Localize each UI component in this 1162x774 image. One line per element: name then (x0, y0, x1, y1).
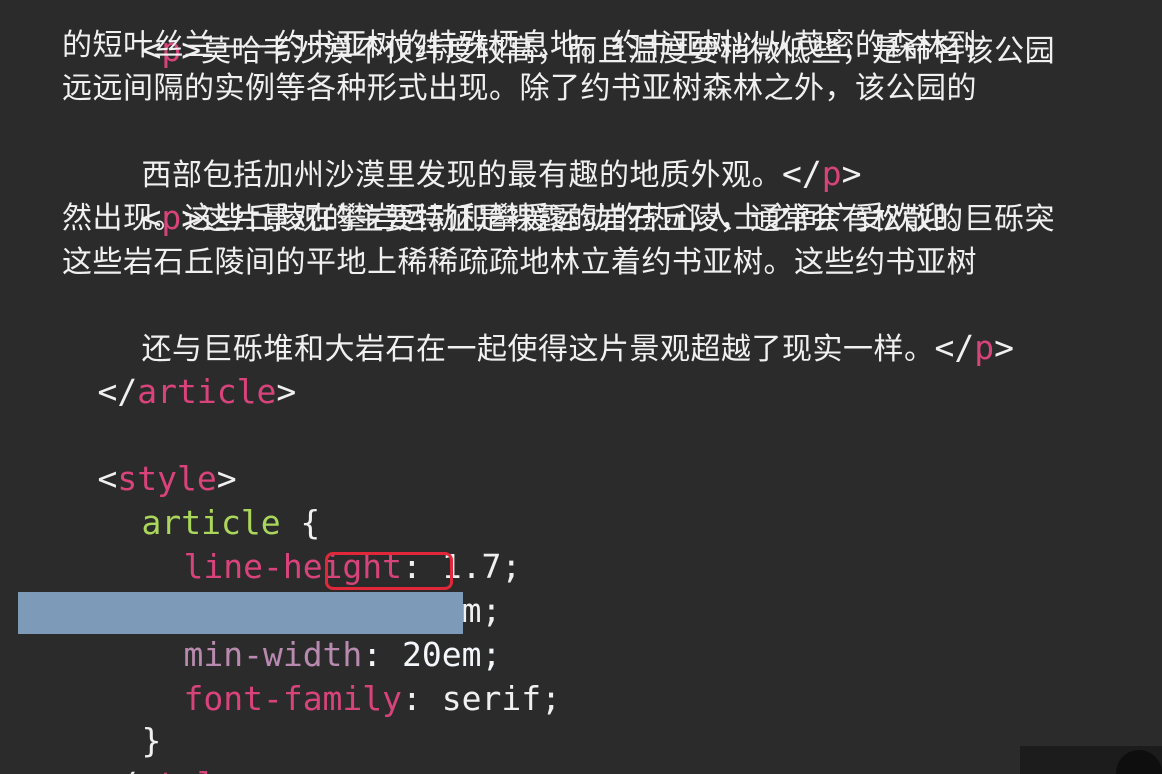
tag-open-bracket: </ (934, 328, 975, 367)
tag-open-bracket: </ (97, 765, 137, 774)
tag-name: style (137, 765, 236, 774)
css-property: font-family (183, 679, 403, 718)
tag-close-bracket: > (237, 765, 257, 774)
code-line: 然出现。这些丘陵在攀岩运动和攀援运动的热心人士之间广受欢迎。 (62, 201, 977, 236)
annotation-highlight-box (325, 552, 453, 590)
code-line: font-family: serif; (104, 636, 561, 718)
colon: : (402, 679, 442, 718)
code-line: 的短叶丝兰——约书亚树的特殊栖息地。约书亚树以从茂密的森林到 (62, 28, 977, 63)
semicolon: ; (501, 547, 522, 586)
code-editor[interactable]: <p>莫哈韦沙漠不仅纬度较高，而且温度要稍微低些，是命名该公园 的短叶丝兰——约… (0, 0, 1162, 774)
tag-close-bracket: > (994, 328, 1014, 367)
code-line: } (62, 678, 161, 760)
tag-name: article (137, 372, 277, 411)
code-line: <p>这片景观的主要特征是裸露的岩石丘陵，通常会有松散的巨砾突 (62, 155, 1055, 237)
semicolon: ; (541, 679, 561, 718)
tag-close-bracket: > (276, 372, 297, 411)
code-line: <style> (18, 416, 236, 498)
code-line: </style> (18, 722, 256, 774)
css-value: serif (441, 679, 542, 718)
code-line: 这些岩石丘陵间的平地上稀稀疏疏地林立着约书亚树。这些约书亚树 (62, 245, 977, 280)
code-line: 西部包括加州沙漠里发现的最有趣的地质外观。</p> (62, 111, 861, 193)
code-line: 远远间隔的实例等各种形式出现。除了约书亚树森林之外，该公园的 (62, 71, 977, 106)
code-line: </article> (18, 329, 296, 411)
tag-open-bracket: </ (97, 372, 138, 411)
code-line: article { (62, 460, 320, 542)
code-line: line-height: 1.7; (104, 504, 521, 586)
code-line-selected: min-width: 20em; (104, 592, 501, 674)
tag-name: p (974, 328, 995, 367)
code-line: 还与巨砾堆和大岩石在一起使得这片景观超越了现实一样。</p> (62, 285, 1014, 367)
